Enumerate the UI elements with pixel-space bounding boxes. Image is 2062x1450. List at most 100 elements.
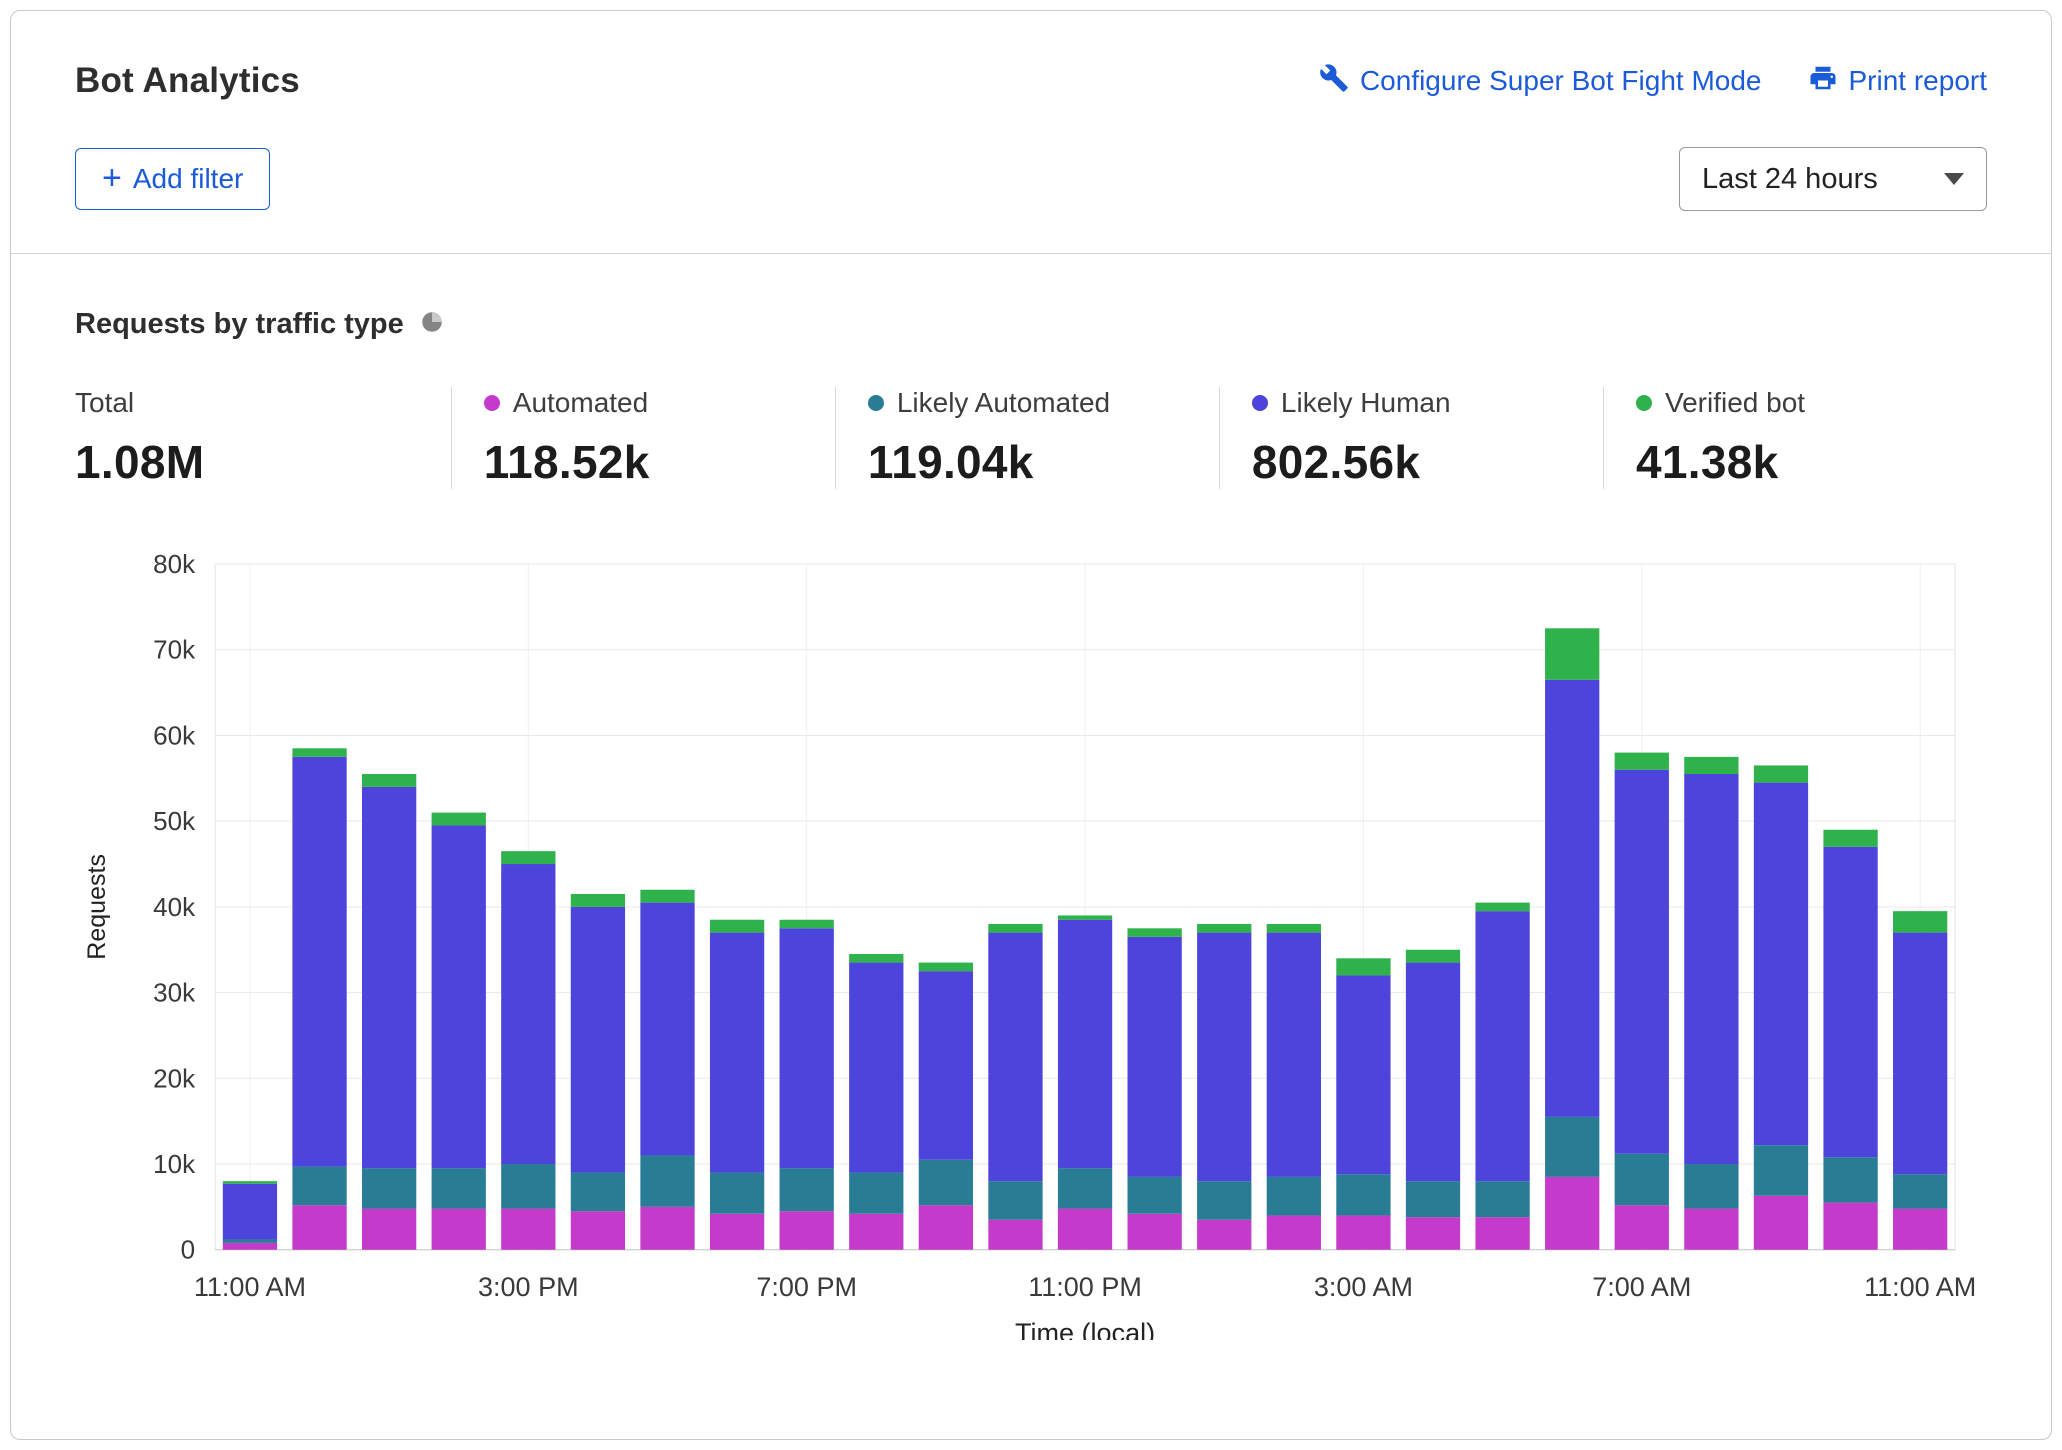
bar-segment-likely-automated[interactable] (1127, 1176, 1182, 1214)
bar-segment-automated[interactable] (709, 1213, 765, 1250)
bar-segment-likely-automated[interactable] (222, 1239, 278, 1243)
bar-segment-automated[interactable] (918, 1205, 974, 1250)
bar-segment-likely-human[interactable] (501, 864, 556, 1165)
bar-segment-likely-automated[interactable] (431, 1168, 486, 1209)
bar-segment-likely-automated[interactable] (1614, 1153, 1669, 1206)
bar-segment-verified-bot[interactable] (361, 774, 417, 787)
bar-segment-automated[interactable] (1475, 1217, 1530, 1250)
bar-segment-verified-bot[interactable] (918, 962, 974, 972)
bar-segment-verified-bot[interactable] (779, 919, 834, 929)
bar-segment-likely-human[interactable] (918, 971, 974, 1160)
bar-segment-verified-bot[interactable] (1614, 752, 1669, 770)
bar-segment-likely-human[interactable] (1266, 932, 1321, 1177)
bar-segment-automated[interactable] (1057, 1208, 1113, 1250)
bar-segment-automated[interactable] (1197, 1219, 1252, 1250)
bar-segment-automated[interactable] (988, 1219, 1043, 1250)
bar-segment-automated[interactable] (1614, 1205, 1669, 1250)
bar-segment-likely-human[interactable] (1823, 846, 1878, 1158)
print-report-link[interactable]: Print report (1808, 63, 1987, 100)
bar-segment-likely-human[interactable] (1197, 932, 1252, 1182)
bar-segment-likely-human[interactable] (361, 786, 417, 1169)
bar-segment-verified-bot[interactable] (1127, 928, 1182, 937)
bar-segment-likely-automated[interactable] (709, 1172, 765, 1214)
bar-segment-likely-human[interactable] (1336, 975, 1391, 1175)
bar-segment-likely-automated[interactable] (1684, 1164, 1739, 1209)
bar-segment-likely-human[interactable] (1475, 911, 1530, 1182)
bar-segment-likely-automated[interactable] (1405, 1181, 1461, 1218)
bar-segment-likely-automated[interactable] (988, 1181, 1043, 1220)
bar-segment-likely-human[interactable] (640, 902, 695, 1156)
bar-segment-likely-human[interactable] (709, 932, 765, 1173)
bar-segment-automated[interactable] (431, 1208, 486, 1250)
bar-segment-verified-bot[interactable] (1753, 765, 1809, 783)
bar-segment-automated[interactable] (1823, 1202, 1878, 1250)
bar-segment-likely-automated[interactable] (1197, 1181, 1252, 1220)
bar-segment-likely-automated[interactable] (1336, 1174, 1391, 1216)
bar-segment-likely-human[interactable] (431, 825, 486, 1169)
bar-segment-verified-bot[interactable] (292, 748, 347, 757)
bar-segment-likely-human[interactable] (849, 962, 904, 1173)
bar-segment-verified-bot[interactable] (1823, 829, 1878, 847)
bar-segment-likely-human[interactable] (1684, 774, 1739, 1165)
bar-segment-automated[interactable] (501, 1208, 556, 1250)
bar-segment-verified-bot[interactable] (1197, 924, 1252, 933)
bar-segment-verified-bot[interactable] (570, 894, 626, 907)
bar-segment-verified-bot[interactable] (988, 924, 1043, 933)
bar-segment-likely-automated[interactable] (918, 1159, 974, 1206)
bar-segment-automated[interactable] (1684, 1208, 1739, 1250)
bar-segment-verified-bot[interactable] (501, 851, 556, 865)
bar-segment-automated[interactable] (1266, 1215, 1321, 1250)
bar-segment-likely-automated[interactable] (1753, 1145, 1809, 1196)
add-filter-button[interactable]: + Add filter (75, 148, 271, 210)
bar-segment-likely-automated[interactable] (1545, 1116, 1600, 1177)
bar-segment-verified-bot[interactable] (431, 812, 486, 826)
bar-segment-likely-automated[interactable] (292, 1166, 347, 1206)
bar-segment-automated[interactable] (1127, 1213, 1182, 1250)
bar-segment-likely-human[interactable] (1057, 919, 1113, 1169)
configure-super-bot-fight-mode-link[interactable]: Configure Super Bot Fight Mode (1319, 63, 1762, 100)
bar-segment-verified-bot[interactable] (709, 919, 765, 933)
bar-segment-verified-bot[interactable] (1336, 958, 1391, 976)
bar-segment-likely-automated[interactable] (501, 1164, 556, 1209)
bar-segment-verified-bot[interactable] (849, 954, 904, 963)
bar-segment-likely-automated[interactable] (779, 1168, 834, 1212)
bar-segment-likely-human[interactable] (292, 756, 347, 1167)
bar-segment-likely-automated[interactable] (1893, 1174, 1948, 1209)
bar-segment-automated[interactable] (361, 1208, 417, 1250)
bar-segment-verified-bot[interactable] (222, 1181, 278, 1184)
bar-segment-automated[interactable] (1753, 1195, 1809, 1250)
bar-segment-automated[interactable] (292, 1205, 347, 1250)
bar-segment-automated[interactable] (1893, 1208, 1948, 1250)
bar-segment-likely-human[interactable] (222, 1183, 278, 1240)
bar-segment-likely-human[interactable] (1545, 679, 1600, 1117)
bar-segment-likely-human[interactable] (1893, 932, 1948, 1175)
bar-segment-likely-automated[interactable] (1266, 1176, 1321, 1216)
bar-segment-likely-automated[interactable] (1823, 1157, 1878, 1203)
bar-segment-automated[interactable] (779, 1211, 834, 1250)
bar-segment-likely-human[interactable] (988, 932, 1043, 1182)
bar-segment-likely-automated[interactable] (361, 1168, 417, 1209)
bar-segment-verified-bot[interactable] (1266, 924, 1321, 933)
bar-segment-verified-bot[interactable] (1893, 911, 1948, 933)
bar-segment-automated[interactable] (1336, 1215, 1391, 1250)
bar-segment-automated[interactable] (570, 1211, 626, 1250)
bar-segment-likely-human[interactable] (1753, 782, 1809, 1146)
bar-segment-verified-bot[interactable] (640, 889, 695, 903)
bar-segment-automated[interactable] (1545, 1176, 1600, 1250)
time-range-select[interactable]: Last 24 hours (1679, 147, 1987, 211)
bar-segment-likely-human[interactable] (570, 906, 626, 1173)
bar-segment-verified-bot[interactable] (1475, 902, 1530, 912)
bar-segment-likely-human[interactable] (1405, 962, 1461, 1182)
bar-segment-verified-bot[interactable] (1057, 915, 1113, 920)
bar-segment-verified-bot[interactable] (1405, 949, 1461, 963)
bar-segment-likely-automated[interactable] (1475, 1181, 1530, 1218)
bar-segment-verified-bot[interactable] (1684, 756, 1739, 775)
bar-segment-likely-automated[interactable] (570, 1172, 626, 1212)
bar-segment-likely-automated[interactable] (1057, 1168, 1113, 1209)
bar-segment-likely-human[interactable] (779, 928, 834, 1169)
bar-segment-verified-bot[interactable] (1545, 628, 1600, 680)
bar-segment-automated[interactable] (849, 1213, 904, 1250)
bar-segment-likely-human[interactable] (1614, 769, 1669, 1154)
bar-segment-likely-automated[interactable] (640, 1155, 695, 1207)
bar-segment-likely-human[interactable] (1127, 936, 1182, 1177)
